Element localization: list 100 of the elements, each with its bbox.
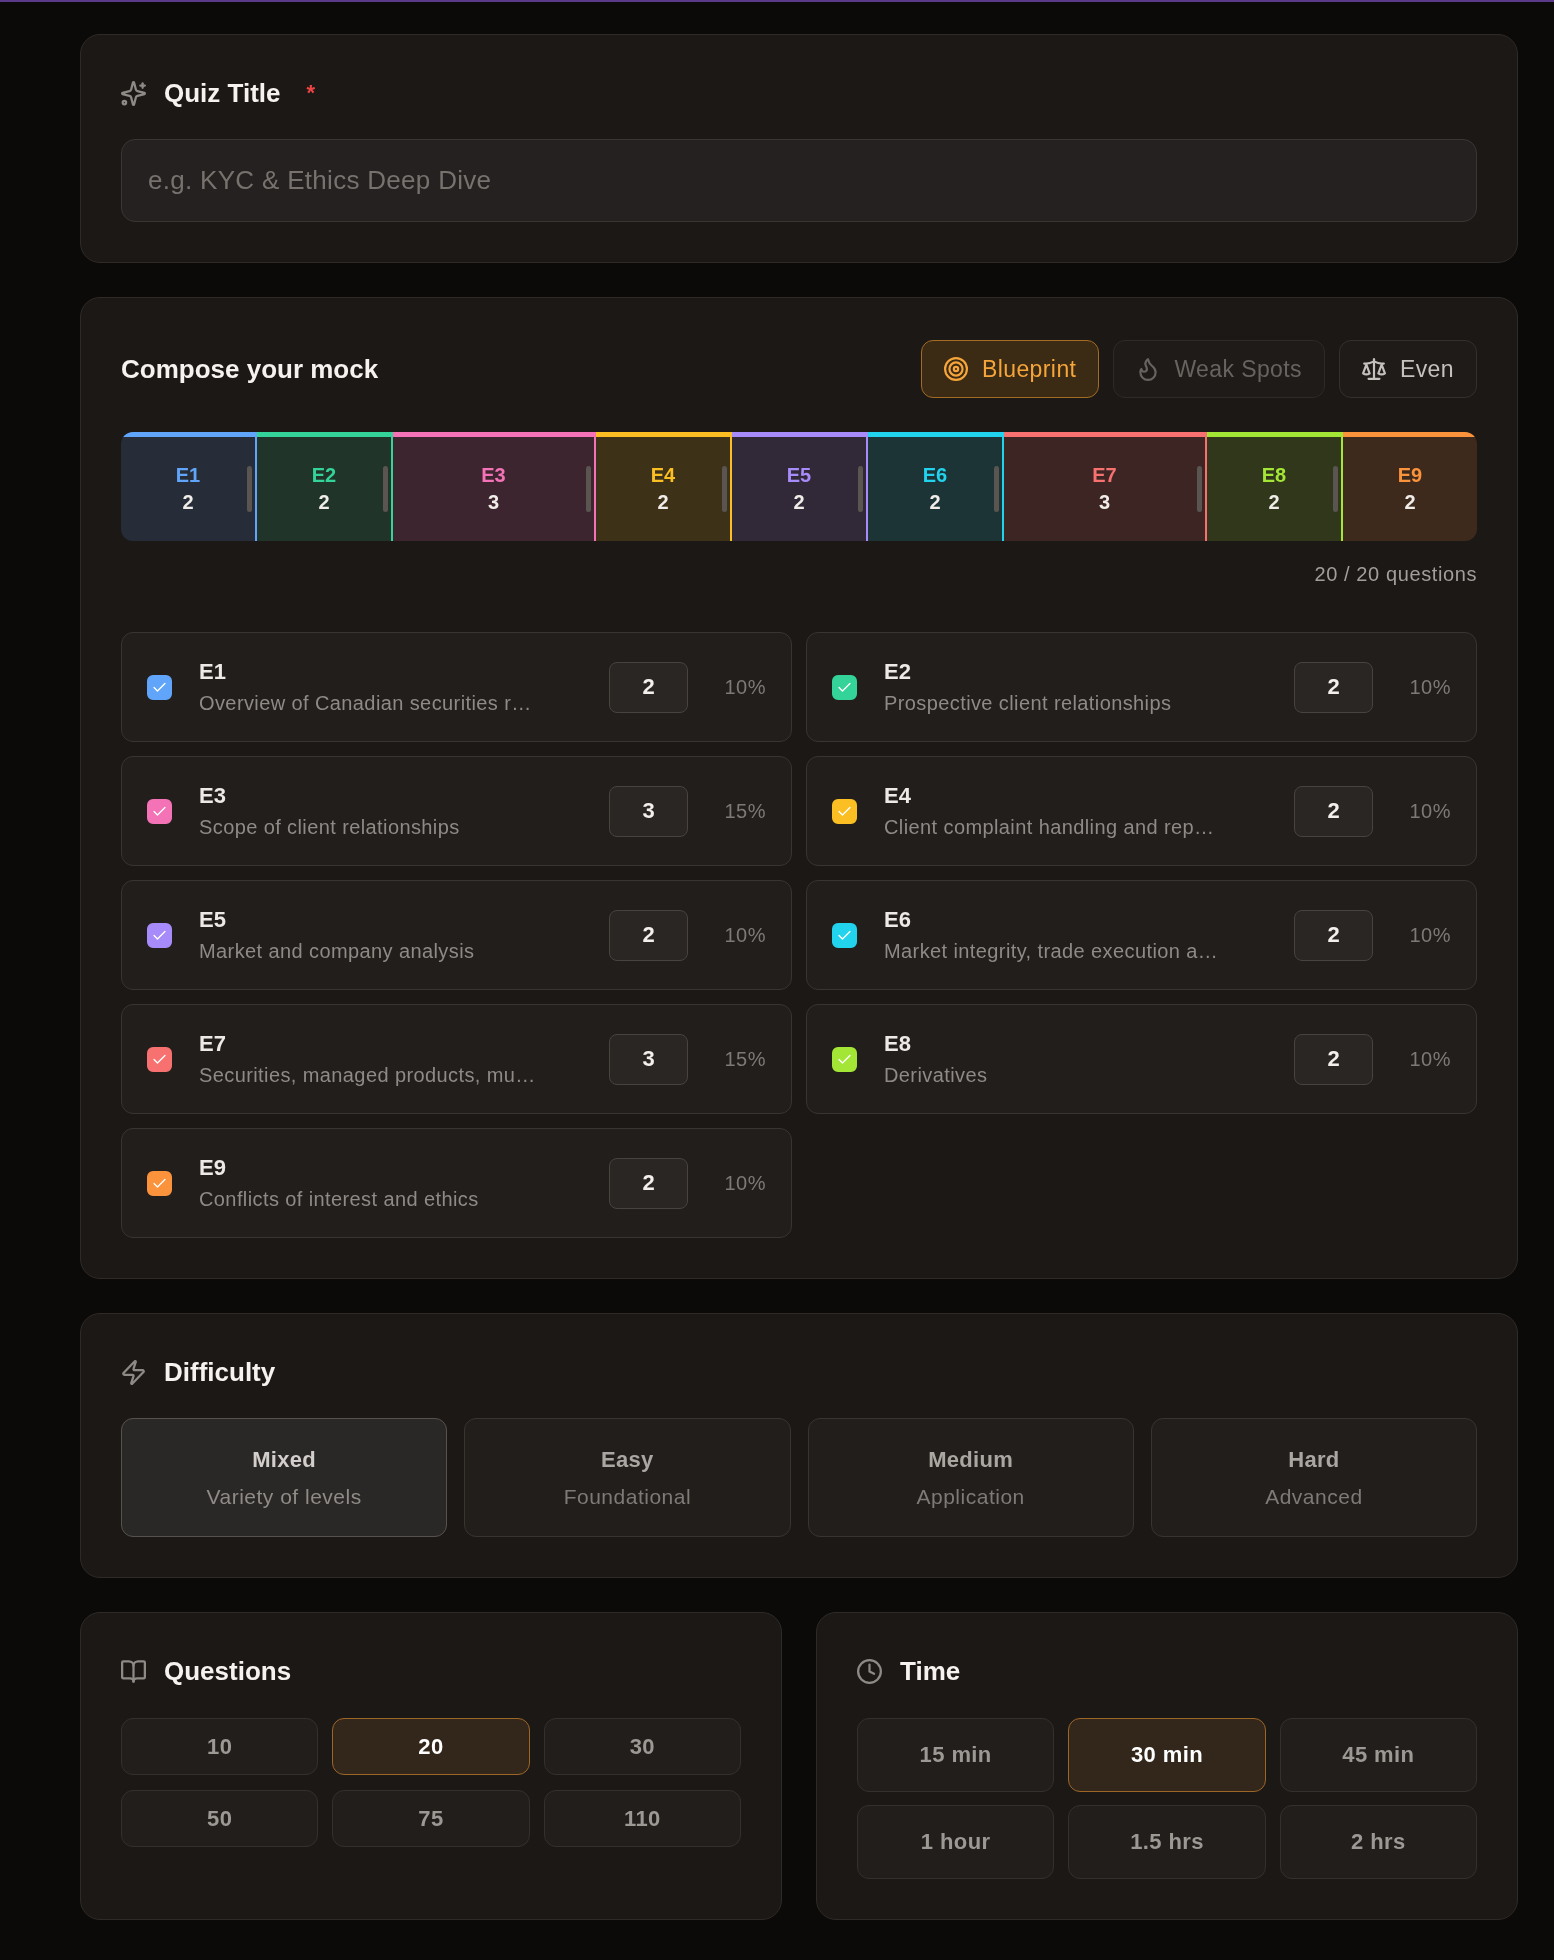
segment-count: 3 xyxy=(1098,491,1111,514)
segment-label: E3 xyxy=(481,464,506,487)
difficulty-option[interactable]: Easy Foundational xyxy=(464,1418,791,1537)
open-book-icon xyxy=(121,1658,146,1684)
question-count-option[interactable]: 20 xyxy=(332,1718,530,1775)
segment-label: E9 xyxy=(1397,464,1423,487)
segment-label: E4 xyxy=(650,464,676,487)
required-marker: * xyxy=(306,80,316,106)
topic-code: E3 xyxy=(199,783,227,809)
checkbox[interactable] xyxy=(832,1046,857,1072)
segment-label: E7 xyxy=(1092,464,1117,487)
question-count-option[interactable]: 10 xyxy=(121,1718,319,1775)
count-input[interactable]: 2 xyxy=(1294,661,1373,713)
quiz-title-input[interactable]: e.g. KYC & Ethics Deep Dive xyxy=(121,139,1477,222)
topic-percent: 10% xyxy=(1408,799,1451,823)
lightning-icon xyxy=(121,1359,146,1385)
resize-handle[interactable] xyxy=(383,466,388,512)
topic-percent: 10% xyxy=(723,675,766,699)
mode-button[interactable]: Blueprint xyxy=(921,340,1100,398)
segment-count: 2 xyxy=(182,491,194,514)
question-total: 20 / 20 questions xyxy=(1313,563,1477,586)
checkbox[interactable] xyxy=(832,922,857,948)
resize-handle[interactable] xyxy=(1333,466,1338,512)
segment-count: 2 xyxy=(1268,491,1280,514)
topic-code: E2 xyxy=(884,659,912,685)
section-title: Questions xyxy=(164,1655,292,1686)
count-input[interactable]: 3 xyxy=(609,785,688,837)
count-input[interactable]: 2 xyxy=(609,909,688,961)
resize-handle[interactable] xyxy=(994,466,999,512)
topic-percent: 15% xyxy=(723,1047,766,1071)
count-input[interactable]: 2 xyxy=(609,661,688,713)
checkbox[interactable] xyxy=(147,798,172,824)
clock-icon xyxy=(857,1658,882,1684)
time-option[interactable]: 15 min xyxy=(857,1718,1055,1792)
question-count-option[interactable]: 75 xyxy=(332,1790,530,1847)
topic-code: E9 xyxy=(199,1155,227,1181)
time-option[interactable]: 30 min xyxy=(1068,1718,1266,1792)
segment-label: E2 xyxy=(311,464,337,487)
topic-code: E5 xyxy=(199,907,227,933)
topic-description: Conflicts of interest and ethics xyxy=(199,1188,480,1211)
section-title: Compose your mock xyxy=(121,353,379,385)
topic-description: Securities, managed products, mu… xyxy=(199,1064,537,1087)
segment-label: E1 xyxy=(175,464,201,487)
target-icon xyxy=(944,357,968,381)
count-input[interactable]: 2 xyxy=(1294,909,1373,961)
sparkles-icon xyxy=(121,80,146,106)
segment-label: E6 xyxy=(922,464,948,487)
count-input[interactable]: 2 xyxy=(609,1157,688,1209)
question-count-option[interactable]: 110 xyxy=(543,1790,741,1847)
balance-scale-icon xyxy=(1361,357,1386,381)
question-count-option[interactable]: 30 xyxy=(543,1718,741,1775)
topic-code: E1 xyxy=(199,659,227,685)
segment-count: 3 xyxy=(487,491,500,514)
topic-code: E4 xyxy=(884,783,912,809)
checkbox[interactable] xyxy=(147,922,172,948)
difficulty-option[interactable]: Hard Advanced xyxy=(1150,1418,1477,1537)
segment-count: 2 xyxy=(793,491,805,514)
time-option[interactable]: 1 hour xyxy=(857,1805,1055,1879)
count-input[interactable]: 2 xyxy=(1294,1033,1373,1085)
topic-code: E6 xyxy=(884,907,912,933)
time-option[interactable]: 45 min xyxy=(1279,1718,1477,1792)
checkbox[interactable] xyxy=(147,674,172,700)
topic-percent: 10% xyxy=(1408,923,1451,947)
section-title: Difficulty xyxy=(164,1356,276,1387)
resize-handle[interactable] xyxy=(858,466,863,512)
resize-handle[interactable] xyxy=(586,466,591,512)
resize-handle[interactable] xyxy=(722,466,727,512)
difficulty-option[interactable]: Medium Application xyxy=(807,1418,1134,1537)
segment-count: 2 xyxy=(1404,491,1416,514)
topic-percent: 15% xyxy=(723,799,766,823)
section-title: Quiz Title xyxy=(164,77,281,109)
segment-count: 2 xyxy=(929,491,941,514)
checkbox[interactable] xyxy=(147,1046,172,1072)
checkbox[interactable] xyxy=(832,798,857,824)
topic-description: Client complaint handling and rep… xyxy=(884,816,1216,839)
segment-label: E5 xyxy=(786,464,812,487)
count-input[interactable]: 3 xyxy=(609,1033,688,1085)
topic-code: E7 xyxy=(199,1031,227,1057)
topic-percent: 10% xyxy=(1408,675,1451,699)
difficulty-option[interactable]: Mixed Variety of levels xyxy=(121,1418,448,1537)
topic-description: Market integrity, trade execution a… xyxy=(884,940,1220,963)
topic-description: Market and company analysis xyxy=(199,940,476,963)
question-count-option[interactable]: 50 xyxy=(121,1790,319,1847)
count-input[interactable]: 2 xyxy=(1294,785,1373,837)
topic-code: E8 xyxy=(884,1031,912,1057)
mode-button[interactable]: Even xyxy=(1338,340,1477,398)
resize-handle[interactable] xyxy=(247,466,252,512)
checkbox[interactable] xyxy=(147,1170,172,1196)
topic-description: Derivatives xyxy=(884,1064,989,1087)
resize-handle[interactable] xyxy=(1197,466,1202,512)
topic-description: Scope of client relationships xyxy=(199,816,461,839)
checkbox[interactable] xyxy=(832,674,857,700)
topic-description: Overview of Canadian securities r… xyxy=(199,692,533,715)
time-option[interactable]: 2 hrs xyxy=(1279,1805,1477,1879)
time-option[interactable]: 1.5 hrs xyxy=(1068,1805,1266,1879)
topic-percent: 10% xyxy=(723,923,766,947)
segment-count: 2 xyxy=(318,491,330,514)
topic-percent: 10% xyxy=(723,1171,766,1195)
segment-count: 2 xyxy=(657,491,669,514)
topic-percent: 10% xyxy=(1408,1047,1451,1071)
